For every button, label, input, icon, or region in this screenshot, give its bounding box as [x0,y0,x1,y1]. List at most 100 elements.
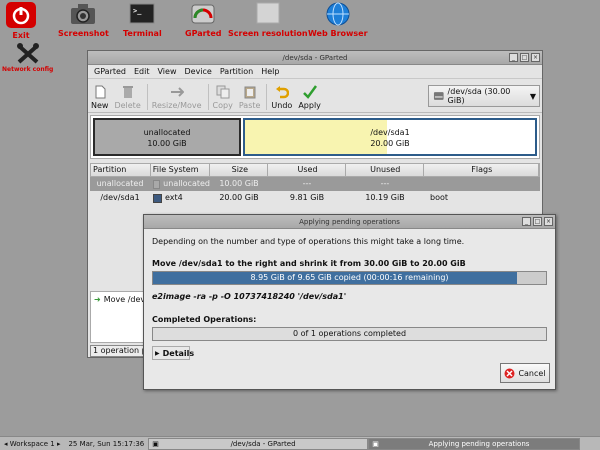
desktop-icon-label: Terminal [123,29,162,38]
new-document-icon [95,85,106,99]
cell-fs-label: ext4 [165,193,183,202]
paste-icon [244,86,256,99]
details-expander[interactable]: ▶ Details [152,346,194,360]
completed-progress-bar: 0 of 1 operations completed [152,327,547,341]
copy-button[interactable]: Copy [213,85,233,110]
cell-size: 20.00 GiB [219,193,259,202]
table-row[interactable]: /dev/sda1 ext4 20.00 GiB 9.81 GiB 10.19 … [90,191,540,205]
dialog-body: Depending on the number and type of oper… [144,229,555,366]
new-button[interactable]: New [91,85,108,110]
workspace-switcher[interactable]: ◂ Workspace 1 ▸ [0,438,64,450]
delete-button[interactable]: Delete [114,85,141,110]
desktop-icon-network-config[interactable]: Network config [2,42,53,73]
window-title: /dev/sda - GParted [282,54,348,62]
device-selector-value: /dev/sda (30.00 GiB) [447,87,511,105]
details-label: Details [162,348,195,358]
graph-partition-size: 20.00 GiB [370,139,410,148]
cell-unused: --- [380,179,390,188]
cell-filesystem: unallocated [150,177,210,191]
maximize-button[interactable]: □ [520,53,529,62]
desktop-icon-label: Network config [2,66,54,73]
toolbar-separator [266,84,268,110]
cell-fs-label: unallocated [163,179,210,188]
new-label: New [91,101,109,110]
cell-used: 9.81 GiB [289,193,325,202]
checkmark-icon [302,85,317,99]
table-header: Partition File System Size Used Unused F… [90,163,540,177]
current-command: e2image -ra -p -O 10737418240 '/dev/sda1… [152,292,347,301]
taskbar-task-gparted[interactable]: ▣ /dev/sda - GParted [148,437,369,450]
cancel-label: Cancel [518,368,546,378]
menu-gparted[interactable]: GParted [94,67,126,76]
taskbar: ◂ Workspace 1 ▸ 25 Mar, Sun 15:17:36 ▣ /… [0,436,600,450]
window-controls: _ □ × [509,53,540,62]
dialog-controls: _ □ × [522,217,553,226]
taskbar-task-apply[interactable]: ▣ Applying pending operations [368,437,581,450]
undo-icon [275,86,289,99]
graph-segment-unallocated[interactable]: unallocated 10.00 GiB [93,118,241,156]
cell-size: 10.00 GiB [219,179,259,188]
operation-progress-bar: 8.95 GiB of 9.65 GiB copied (00:00:16 re… [152,271,547,285]
current-operation: Move /dev/sda1 to the right and shrink i… [152,259,466,268]
table-row[interactable]: unallocated unallocated 10.00 GiB --- --… [90,177,540,191]
undo-button[interactable]: Undo [271,85,292,110]
toolbar-separator [207,84,209,110]
desktop-icon-screenshot[interactable]: Screenshot [58,2,109,38]
menu-partition[interactable]: Partition [220,67,253,76]
cell-unused: 10.19 GiB [365,193,405,202]
partition-graph: unallocated 10.00 GiB /dev/sda1 20.00 Gi… [90,115,540,159]
window-titlebar[interactable]: /dev/sda - GParted _ □ × [88,51,542,65]
graph-used-fill [245,120,388,154]
minimize-button[interactable]: _ [509,53,518,62]
completed-heading: Completed Operations: [152,315,257,324]
monitor-icon [254,2,282,26]
close-button[interactable]: × [544,217,553,226]
clock: 25 Mar, Sun 15:17:36 [68,439,145,448]
chevron-right-icon: ▸ [56,439,61,448]
cancel-button[interactable]: Cancel [500,363,550,383]
graph-unallocated-size: 10.00 GiB [147,139,187,148]
menu-help[interactable]: Help [261,67,279,76]
desktop-icon-label: Exit [12,31,30,40]
col-flags[interactable]: Flags [424,164,540,176]
col-used[interactable]: Used [268,164,346,176]
toolbar-separator [146,84,148,110]
terminal-icon: >_ [128,2,156,26]
col-filesystem[interactable]: File System [151,164,211,176]
menubar: GParted Edit View Device Partition Help [88,65,542,79]
desktop-icon-terminal[interactable]: >_ Terminal [123,2,162,38]
dialog-info-text: Depending on the number and type of oper… [152,237,465,246]
desktop-icon-web-browser[interactable]: Web Browser [308,2,368,38]
fs-color-swatch [153,193,162,203]
menu-edit[interactable]: Edit [134,67,150,76]
cell-partition: unallocated [96,179,144,188]
graph-segment-sda1[interactable]: /dev/sda1 20.00 GiB [243,118,537,156]
col-partition[interactable]: Partition [91,164,151,176]
operation-item: Move /dev/ [103,295,148,304]
col-unused[interactable]: Unused [346,164,424,176]
resize-move-button[interactable]: Resize/Move [152,85,202,110]
paste-button[interactable]: Paste [239,85,260,110]
desktop-icon-gparted[interactable]: GParted [185,2,222,38]
partition-table: Partition File System Size Used Unused F… [90,163,540,205]
dialog-titlebar[interactable]: Applying pending operations _ □ × [144,215,555,229]
minimize-button[interactable]: _ [522,217,531,226]
dialog-title: Applying pending operations [299,218,400,226]
harddisk-icon [433,92,444,100]
device-selector[interactable]: /dev/sda (30.00 GiB) ▼ [428,85,540,107]
globe-icon [324,2,352,26]
desktop-icon-exit[interactable]: Exit [6,2,36,40]
fs-color-swatch [153,179,161,189]
cell-flags: boot [430,193,449,202]
close-button[interactable]: × [531,53,540,62]
desktop-icon-screen-resolution[interactable]: Screen resolution [228,2,308,38]
camera-icon [69,2,97,26]
copy-icon [216,85,230,99]
cancel-x-icon [504,368,515,378]
col-size[interactable]: Size [210,164,269,176]
maximize-button[interactable]: □ [533,217,542,226]
pending-operations-list[interactable]: ➜ Move /dev/ [90,291,150,343]
menu-view[interactable]: View [158,67,177,76]
apply-button[interactable]: Apply [298,85,321,110]
menu-device[interactable]: Device [184,67,211,76]
